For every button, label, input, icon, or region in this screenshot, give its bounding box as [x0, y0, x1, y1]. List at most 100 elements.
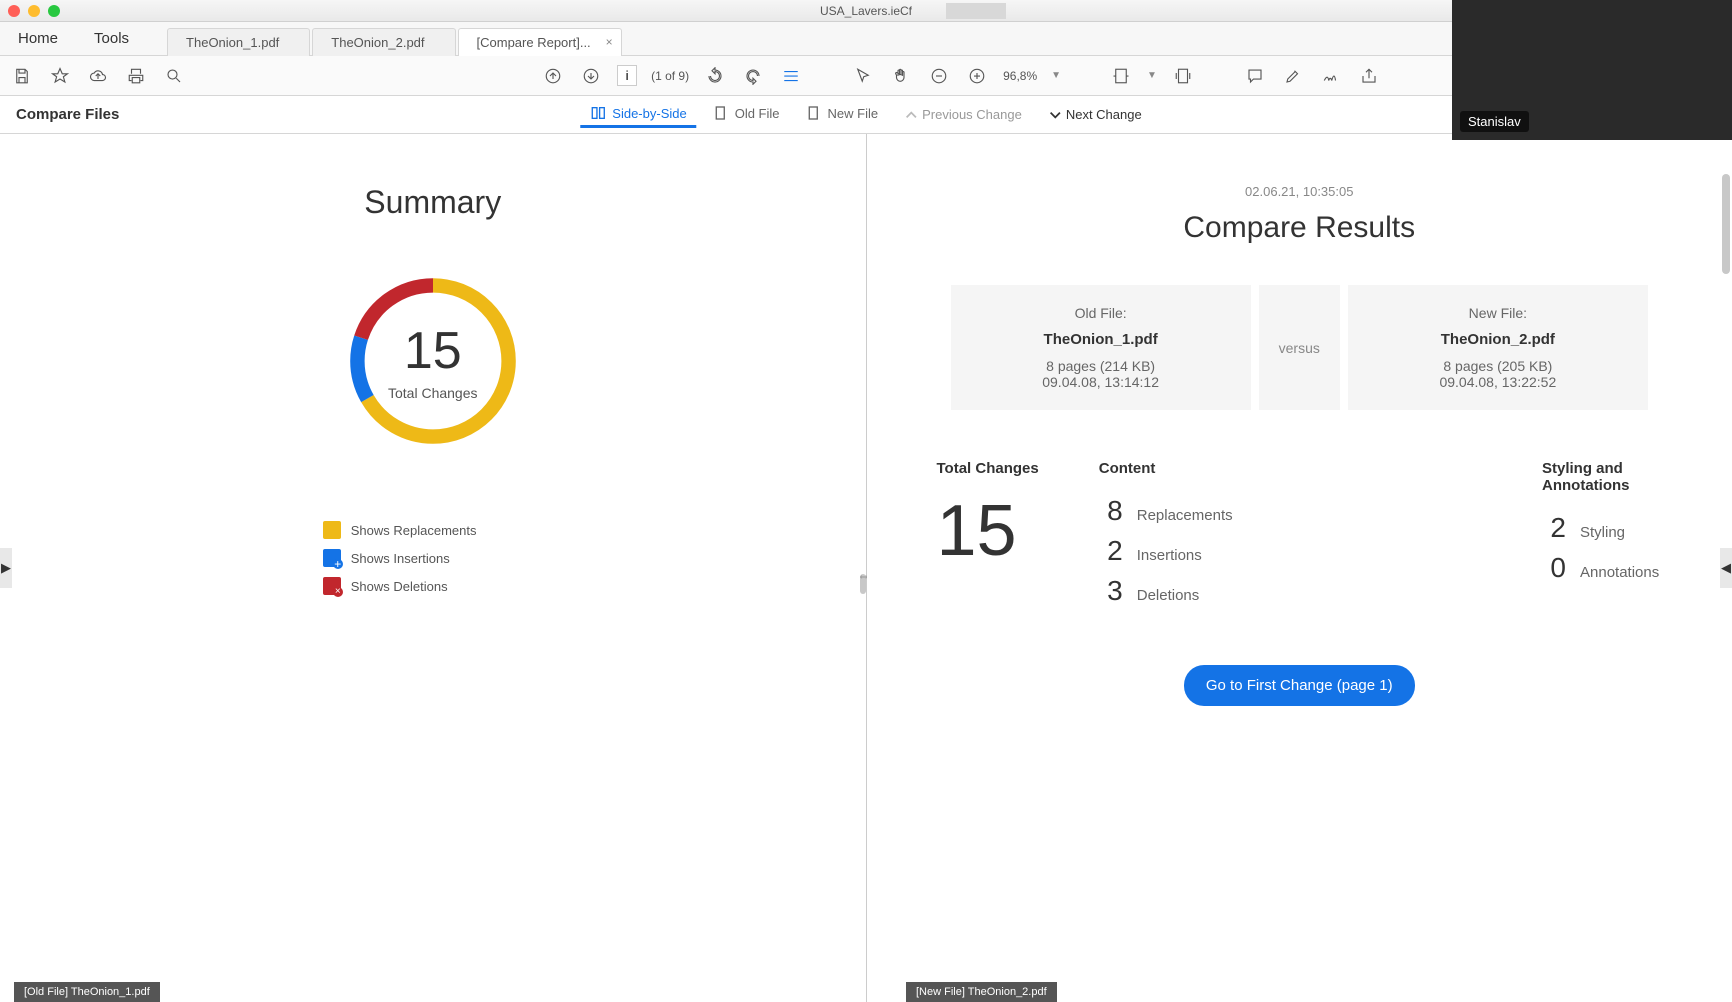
page-count: (1 of 9) [651, 69, 689, 83]
chevron-down-icon[interactable]: ▼ [1051, 70, 1061, 81]
total-changes-number: 15 [388, 321, 478, 381]
new-file-date: 09.04.08, 13:22:52 [1388, 374, 1608, 390]
stats-row: Total Changes 15 Content 8 Replacements 2… [897, 460, 1703, 615]
stat-replacements: 8 Replacements [1099, 495, 1233, 527]
legend-deletions: Shows Deletions [323, 577, 543, 595]
window-title: USA_Lavers.ieCf [820, 4, 912, 18]
page-up-icon[interactable] [541, 64, 565, 88]
page-view-icon[interactable] [779, 64, 803, 88]
stat-heading: Content [1099, 460, 1233, 477]
fit-width-icon[interactable] [1109, 64, 1133, 88]
versus-label: versus [1259, 285, 1340, 410]
deletions-swatch-icon [323, 577, 341, 595]
old-file-box: Old File: TheOnion_1.pdf 8 pages (214 KB… [951, 285, 1251, 410]
legend-label: Shows Replacements [351, 523, 477, 538]
go-to-first-change-button[interactable]: Go to First Change (page 1) [1184, 665, 1415, 706]
stat-number: 0 [1542, 552, 1566, 584]
comment-icon[interactable] [1243, 64, 1267, 88]
page-down-icon[interactable] [579, 64, 603, 88]
old-file-button[interactable]: Old File [703, 101, 790, 128]
menu-home[interactable]: Home [0, 30, 76, 47]
old-file-label: Old File: [991, 305, 1211, 321]
content-area: ▶ ◀ Summary 15 Total Changes Shows Repla… [0, 134, 1732, 1002]
save-icon[interactable] [10, 64, 34, 88]
titlebar-overlay [946, 3, 1006, 19]
print-icon[interactable] [124, 64, 148, 88]
tab-onion-1[interactable]: TheOnion_1.pdf [167, 28, 310, 56]
legend-label: Shows Deletions [351, 579, 448, 594]
fit-page-icon[interactable] [1171, 64, 1195, 88]
stat-number: 8 [1099, 495, 1123, 527]
results-heading: Compare Results [897, 211, 1703, 245]
stat-label: Deletions [1137, 587, 1200, 604]
legend-label: Shows Insertions [351, 551, 450, 566]
hand-icon[interactable] [889, 64, 913, 88]
cloud-upload-icon[interactable] [86, 64, 110, 88]
side-by-side-button[interactable]: Side-by-Side [580, 101, 696, 128]
close-icon[interactable]: × [606, 35, 613, 49]
stat-number: 2 [1099, 535, 1123, 567]
video-call-overlay[interactable]: Stanislav [1452, 0, 1732, 140]
scrollbar-thumb[interactable] [1722, 174, 1730, 274]
minimize-icon[interactable] [28, 5, 40, 17]
new-file-box: New File: TheOnion_2.pdf 8 pages (205 KB… [1348, 285, 1648, 410]
view-label: Old File [735, 106, 780, 121]
stat-label: Annotations [1580, 564, 1659, 581]
collapse-right-icon[interactable]: ◀ [1720, 548, 1732, 588]
styling-col: Styling and Annotations 2Styling 0Annota… [1542, 460, 1662, 615]
star-icon[interactable] [48, 64, 72, 88]
replacements-swatch-icon [323, 521, 341, 539]
new-file-button[interactable]: New File [796, 101, 889, 128]
view-label: New File [828, 106, 879, 121]
new-file-footer-tag: [New File] TheOnion_2.pdf [906, 982, 1057, 1002]
view-label: Side-by-Side [612, 106, 686, 121]
summary-heading: Summary [40, 184, 826, 221]
signature-icon[interactable] [1319, 64, 1343, 88]
legend: Shows Replacements Shows Insertions Show… [323, 521, 543, 595]
page-input[interactable] [617, 65, 637, 86]
close-icon[interactable] [8, 5, 20, 17]
compare-title: Compare Files [16, 106, 119, 123]
tab-label: TheOnion_2.pdf [331, 35, 424, 50]
zoom-in-icon[interactable] [965, 64, 989, 88]
rotate-ccw-icon[interactable] [703, 64, 727, 88]
tab-compare-report[interactable]: [Compare Report]...× [458, 28, 622, 56]
total-number: 15 [937, 495, 1039, 567]
stat-styling: 2Styling [1542, 512, 1662, 544]
maximize-icon[interactable] [48, 5, 60, 17]
tab-onion-2[interactable]: TheOnion_2.pdf [312, 28, 455, 56]
participant-name: Stanislav [1460, 111, 1529, 132]
zoom-level[interactable]: 96,8% [1003, 69, 1037, 83]
new-file-name: TheOnion_2.pdf [1388, 331, 1608, 348]
stat-heading: Total Changes [937, 460, 1039, 477]
next-change-button[interactable]: Next Change [1038, 103, 1152, 126]
collapse-left-icon[interactable]: ▶ [0, 548, 12, 588]
old-file-pages: 8 pages (214 KB) [991, 358, 1211, 374]
menu-tools[interactable]: Tools [76, 30, 147, 47]
zoom-out-icon[interactable] [927, 64, 951, 88]
new-file-pages: 8 pages (205 KB) [1388, 358, 1608, 374]
summary-pane: Summary 15 Total Changes Shows Replaceme… [0, 134, 866, 1002]
total-changes-col: Total Changes 15 [937, 460, 1039, 615]
window-controls [8, 5, 60, 17]
stat-label: Replacements [1137, 507, 1233, 524]
chevron-down-icon[interactable]: ▼ [1147, 70, 1157, 81]
old-file-footer-tag: [Old File] TheOnion_1.pdf [14, 982, 160, 1002]
nav-label: Next Change [1066, 107, 1142, 122]
total-changes-label: Total Changes [388, 385, 478, 401]
tab-label: TheOnion_1.pdf [186, 35, 279, 50]
highlight-icon[interactable] [1281, 64, 1305, 88]
new-file-label: New File: [1388, 305, 1608, 321]
old-file-date: 09.04.08, 13:14:12 [991, 374, 1211, 390]
content-col: Content 8 Replacements 2Insertions 3 Delet… [1099, 460, 1233, 615]
nav-label: Previous Change [922, 107, 1022, 122]
pointer-icon[interactable] [851, 64, 875, 88]
search-icon[interactable] [162, 64, 186, 88]
total-changes-donut: 15 Total Changes [343, 271, 523, 451]
stat-insertions: 2Insertions [1099, 535, 1233, 567]
share-icon[interactable] [1357, 64, 1381, 88]
previous-change-button[interactable]: Previous Change [894, 103, 1032, 126]
rotate-cw-icon[interactable] [741, 64, 765, 88]
legend-replacements: Shows Replacements [323, 521, 543, 539]
stat-number: 3 [1099, 575, 1123, 607]
